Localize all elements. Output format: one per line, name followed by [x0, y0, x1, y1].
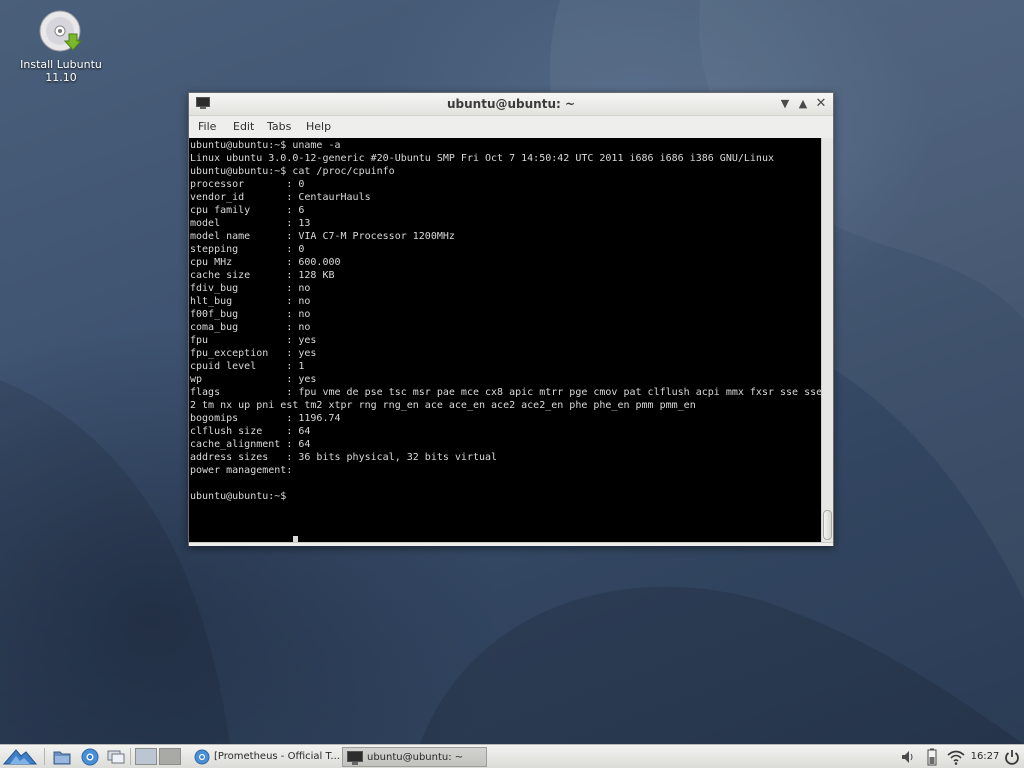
workspace-1[interactable] — [135, 748, 157, 765]
taskbar-separator — [130, 748, 131, 765]
chromium-icon — [81, 748, 99, 766]
file-manager-launcher[interactable] — [52, 747, 72, 766]
workspace-2[interactable] — [159, 748, 181, 765]
desktop-icon-label-version: 11.10 — [45, 71, 77, 84]
terminal-text: ubuntu@ubuntu:~$ uname -a Linux ubuntu 3… — [190, 140, 821, 502]
show-desktop-button[interactable] — [106, 747, 126, 766]
folder-icon — [53, 751, 71, 765]
menu-file[interactable]: File — [198, 116, 216, 137]
taskbar-task-label: ubuntu@ubuntu: ~ — [367, 752, 464, 763]
terminal-output[interactable]: ubuntu@ubuntu:~$ uname -a Linux ubuntu 3… — [189, 138, 821, 542]
install-lubuntu-desktop-icon[interactable]: Install Lubuntu 11.10 — [18, 10, 104, 84]
wifi-icon[interactable] — [946, 747, 966, 767]
window-titlebar[interactable]: ubuntu@ubuntu: ~ ▼ ▲ ✕ — [189, 93, 833, 116]
taskbar-task-browser[interactable]: [Prometheus - Official T... — [190, 747, 340, 767]
scrollbar-thumb[interactable] — [823, 510, 832, 540]
power-icon[interactable] — [1003, 747, 1021, 767]
desktop-icon-label-name: Install Lubuntu — [20, 58, 102, 71]
volume-icon[interactable] — [900, 747, 914, 767]
taskbar: [Prometheus - Official T... ubuntu@ubunt… — [0, 744, 1024, 768]
terminal-window[interactable]: ubuntu@ubuntu: ~ ▼ ▲ ✕ File Edit Tabs He… — [188, 92, 834, 546]
battery-icon[interactable] — [925, 747, 939, 767]
menu-edit[interactable]: Edit — [233, 116, 254, 137]
terminal-icon — [347, 751, 363, 765]
chevron-down-icon: ▼ — [780, 97, 790, 110]
chromium-icon — [194, 749, 210, 765]
menu-bar: File Edit Tabs Help — [189, 116, 833, 137]
start-menu-button[interactable] — [2, 747, 38, 766]
chevron-up-icon: ▲ — [798, 97, 808, 110]
taskbar-separator — [44, 748, 45, 765]
browser-launcher[interactable] — [80, 747, 100, 766]
cd-install-icon — [39, 10, 83, 52]
close-icon: ✕ — [815, 96, 827, 111]
terminal-scrollbar[interactable] — [821, 138, 833, 542]
taskbar-task-terminal[interactable]: ubuntu@ubuntu: ~ — [342, 747, 487, 767]
menu-help[interactable]: Help — [306, 116, 331, 137]
windows-icon — [107, 750, 125, 764]
minimize-button[interactable]: ▼ — [777, 96, 793, 112]
taskbar-task-label: [Prometheus - Official T... — [214, 751, 340, 762]
window-title: ubuntu@ubuntu: ~ — [446, 97, 576, 111]
menu-tabs[interactable]: Tabs — [267, 116, 291, 137]
clock[interactable]: 16:27 — [970, 747, 1000, 767]
window-bottom-edge — [189, 542, 833, 546]
close-button[interactable]: ✕ — [813, 96, 829, 112]
maximize-button[interactable]: ▲ — [795, 96, 811, 112]
